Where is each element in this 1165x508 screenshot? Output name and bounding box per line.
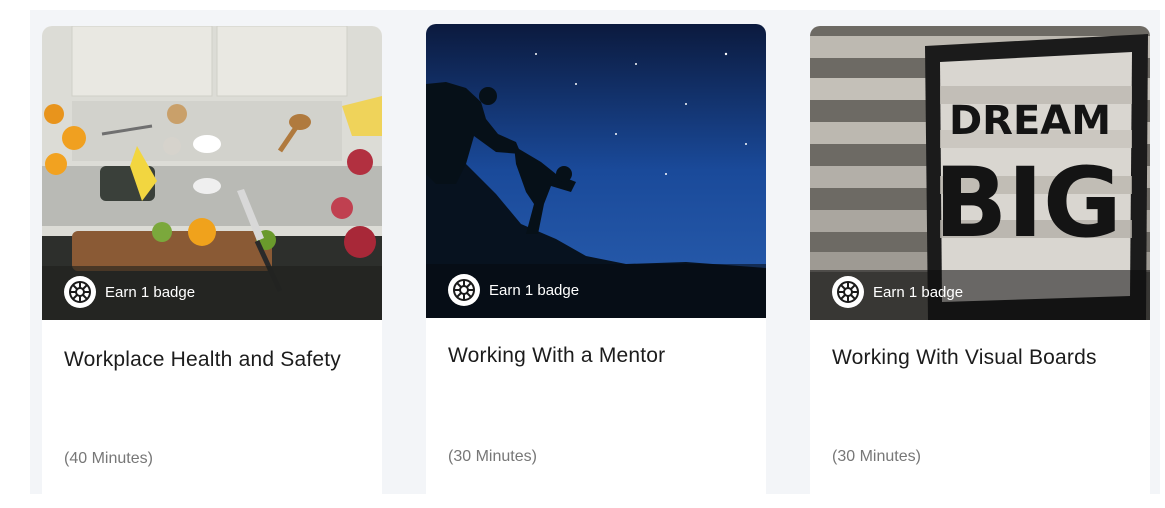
course-title[interactable]: Working With Visual Boards [832, 342, 1132, 374]
course-card-working-with-mentor[interactable]: Earn 1 badge Working With a Mentor (30 M… [426, 24, 766, 494]
badge-label: Earn 1 badge [105, 283, 196, 301]
badge-indicator: Earn 1 badge [448, 274, 579, 306]
sign-text-big: BIG [934, 147, 1122, 259]
course-duration: (30 Minutes) [832, 448, 921, 465]
course-title[interactable]: Working With a Mentor [448, 340, 748, 372]
course-card-workplace-health[interactable]: Earn 1 badge Workplace Health and Safety… [42, 26, 382, 494]
course-title[interactable]: Workplace Health and Safety [64, 344, 364, 376]
badge-indicator: Earn 1 badge [64, 276, 195, 308]
badge-label: Earn 1 badge [489, 281, 580, 299]
course-card-visual-boards[interactable]: DREAM BIG Earn 1 badge Working With Visu… [810, 26, 1150, 494]
badge-indicator: Earn 1 badge [832, 276, 963, 308]
climbers-night-sky-image: Earn 1 badge [426, 24, 766, 318]
course-duration: (40 Minutes) [64, 450, 153, 467]
imperial-crest-icon [448, 274, 480, 306]
imperial-crest-icon [64, 276, 96, 308]
sign-text-dream: DREAM [949, 98, 1111, 144]
kitchen-ingredients-image: Earn 1 badge [42, 26, 382, 320]
badge-label: Earn 1 badge [873, 283, 964, 301]
imperial-crest-icon [832, 276, 864, 308]
course-duration: (30 Minutes) [448, 448, 537, 465]
dream-big-sign-image: DREAM BIG Earn 1 badge [810, 26, 1150, 320]
